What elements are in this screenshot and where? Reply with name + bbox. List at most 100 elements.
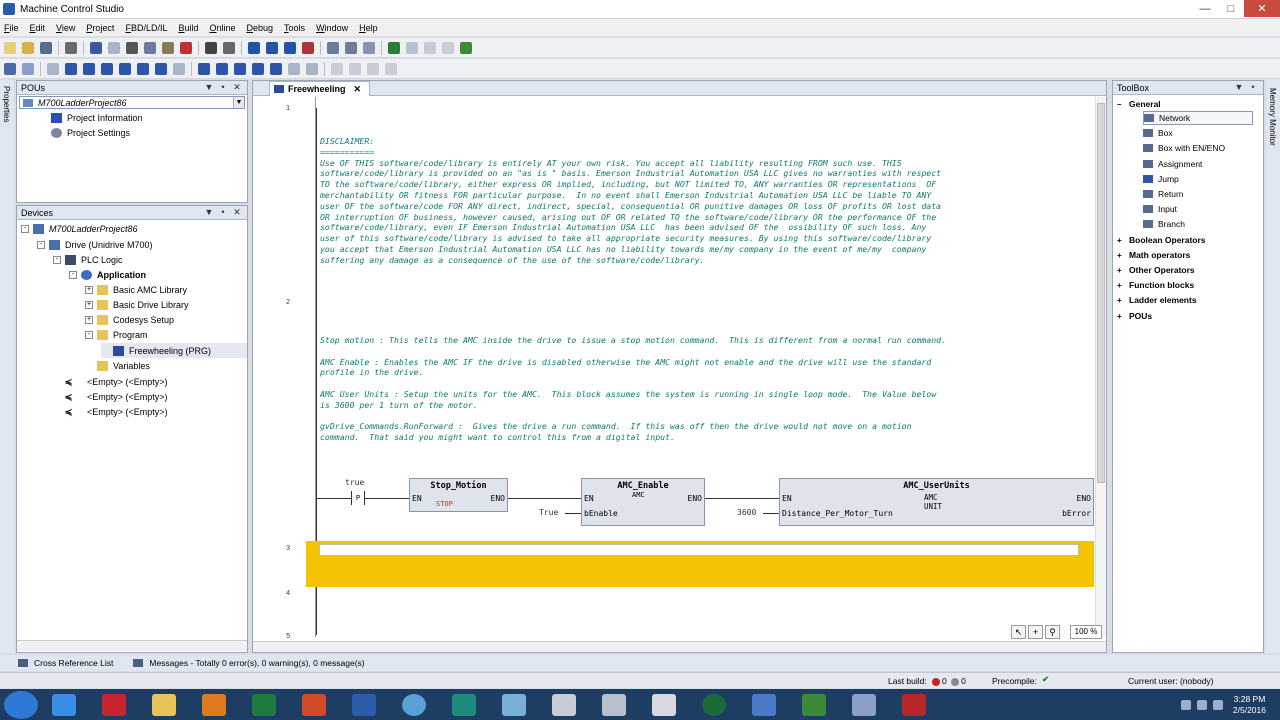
- copy-icon[interactable]: [144, 41, 156, 54]
- menu-online[interactable]: Online: [209, 23, 235, 33]
- toolbox-category-pous[interactable]: + POUs: [1117, 309, 1152, 323]
- undo-icon[interactable]: [90, 41, 102, 54]
- close-tab-icon[interactable]: ✕: [354, 84, 362, 95]
- pous-close-icon[interactable]: ✕: [230, 82, 244, 93]
- toolbox-category-function-blocks[interactable]: + Function blocks: [1117, 278, 1194, 292]
- insert-coil-icon[interactable]: [119, 62, 131, 75]
- amc-enable-block[interactable]: AMC_Enable EN ENO bEnable AMC: [581, 478, 705, 526]
- devices-dropdown-icon[interactable]: ▼: [202, 207, 216, 218]
- menu-window[interactable]: Window: [316, 23, 348, 33]
- clock[interactable]: 3:28 PM 2/5/2016: [1233, 694, 1266, 716]
- bookmark-next-icon[interactable]: [266, 41, 278, 54]
- paste-icon[interactable]: [162, 41, 174, 54]
- tree-item-plc-logic[interactable]: - PLC Logic: [53, 252, 123, 267]
- collapse-icon[interactable]: –: [1117, 100, 1125, 109]
- tree-item-empty-1[interactable]: ≼ <Empty> (<Empty>): [63, 374, 168, 389]
- refresh-icon[interactable]: [460, 41, 472, 54]
- pous-dropdown-icon[interactable]: ▼: [202, 82, 216, 93]
- toolbox-item-network[interactable]: Network: [1143, 111, 1253, 125]
- menu-file[interactable]: File: [4, 23, 19, 33]
- expand-icon[interactable]: +: [85, 285, 93, 294]
- menu-tools[interactable]: Tools: [284, 23, 305, 33]
- scrollbar-thumb[interactable]: [1097, 103, 1105, 483]
- taskbar-app-10[interactable]: [494, 691, 534, 719]
- devices-pin-icon[interactable]: •: [216, 207, 230, 218]
- tree-item-project-information[interactable]: Project Information: [51, 110, 143, 125]
- insert-branch-icon[interactable]: [306, 62, 318, 75]
- find-icon[interactable]: [205, 41, 217, 54]
- pous-pin-icon[interactable]: •: [216, 82, 230, 93]
- tree-item-variables[interactable]: Variables: [97, 358, 150, 373]
- chevron-down-icon[interactable]: ▼: [233, 97, 244, 108]
- insert-assignment-icon[interactable]: [234, 62, 246, 75]
- save-icon[interactable]: [40, 41, 52, 54]
- bookmark-prev-icon[interactable]: [284, 41, 296, 54]
- stop-icon[interactable]: [442, 41, 454, 54]
- insert-network-icon[interactable]: [4, 62, 16, 75]
- expand-icon[interactable]: +: [85, 300, 93, 309]
- print-icon[interactable]: [65, 41, 77, 54]
- pan-icon[interactable]: +: [1028, 625, 1043, 639]
- zoom-level[interactable]: 100 %: [1070, 625, 1102, 639]
- negate-icon[interactable]: [331, 62, 343, 75]
- toolbox-pin-icon[interactable]: •: [1246, 82, 1260, 92]
- taskbar-outlook[interactable]: [194, 691, 234, 719]
- tree-item-drive[interactable]: - Drive (Unidrive M700): [37, 237, 153, 252]
- insert-negated-contact-icon[interactable]: [83, 62, 95, 75]
- rebuild-icon[interactable]: [345, 41, 357, 54]
- taskbar-ie[interactable]: [44, 691, 84, 719]
- expand-icon[interactable]: +: [1117, 312, 1125, 321]
- tree-item-codesys-setup[interactable]: + Codesys Setup: [85, 312, 174, 327]
- bookmark-icon[interactable]: [248, 41, 260, 54]
- login-icon[interactable]: [388, 41, 400, 54]
- toolbox-category-math-operators[interactable]: + Math operators: [1117, 248, 1190, 262]
- tree-item-basic-drive-library[interactable]: + Basic Drive Library: [85, 297, 189, 312]
- tab-freewheeling[interactable]: Freewheeling ✕: [269, 81, 371, 96]
- insert-reset-coil-icon[interactable]: [155, 62, 167, 75]
- start-button[interactable]: [4, 690, 38, 719]
- tray-icon[interactable]: [1180, 699, 1191, 710]
- selected-network[interactable]: [306, 541, 1094, 587]
- toolbox-category-boolean-operators[interactable]: + Boolean Operators: [1117, 233, 1206, 247]
- tree-item-application[interactable]: - Application: [69, 267, 146, 282]
- network-1-comment[interactable]: DISCLAIMER: =========== Use OF THIS soft…: [320, 136, 941, 266]
- new-icon[interactable]: [4, 41, 16, 54]
- insert-contact-icon[interactable]: [65, 62, 77, 75]
- taskbar-publisher[interactable]: [444, 691, 484, 719]
- edge-detect-icon[interactable]: [349, 62, 361, 75]
- replace-icon[interactable]: [223, 41, 235, 54]
- tree-item-project-settings[interactable]: Project Settings: [51, 125, 130, 140]
- devices-horizontal-scrollbar[interactable]: [17, 640, 247, 651]
- tree-item-empty-3[interactable]: ≼ <Empty> (<Empty>): [63, 404, 168, 419]
- insert-box-icon[interactable]: [198, 62, 210, 75]
- insert-box-eno-icon[interactable]: [216, 62, 228, 75]
- insert-input-icon[interactable]: [252, 62, 264, 75]
- pous-project-selector[interactable]: M700LadderProject86 ▼: [19, 96, 245, 109]
- editor-horizontal-scrollbar[interactable]: [253, 641, 1106, 652]
- build-icon[interactable]: [327, 41, 339, 54]
- start-icon[interactable]: [424, 41, 436, 54]
- open-icon[interactable]: [22, 41, 34, 54]
- insert-set-coil-icon[interactable]: [137, 62, 149, 75]
- taskbar-powerpoint[interactable]: [294, 691, 334, 719]
- taskbar-app-17[interactable]: [844, 691, 884, 719]
- minimize-button[interactable]: —: [1192, 0, 1218, 17]
- tree-item-freewheeling[interactable]: Freewheeling (PRG): [101, 343, 247, 358]
- tab-messages[interactable]: Messages - Totally 0 error(s), 0 warning…: [133, 658, 365, 668]
- contact-element[interactable]: P: [351, 491, 365, 505]
- menu-fbd-ld-il[interactable]: FBD/LD/IL: [125, 23, 167, 33]
- toolbox-item-branch[interactable]: Branch: [1143, 217, 1185, 231]
- taskbar-app-14[interactable]: [694, 691, 734, 719]
- menu-project[interactable]: Project: [86, 23, 114, 33]
- taskbar-app-11[interactable]: [544, 691, 584, 719]
- bookmark-clear-icon[interactable]: [302, 41, 314, 54]
- toolbox-item-return[interactable]: Return: [1143, 187, 1184, 201]
- expand-icon[interactable]: +: [85, 315, 93, 324]
- memory-monitor-side-tab[interactable]: Memory Monitor: [1268, 88, 1277, 146]
- taskbar-app-12[interactable]: [594, 691, 634, 719]
- cut-icon[interactable]: [126, 41, 138, 54]
- collapse-icon[interactable]: -: [69, 270, 77, 279]
- insert-parallel-contact-icon[interactable]: [101, 62, 113, 75]
- insert-return-icon[interactable]: [288, 62, 300, 75]
- toolbox-category-other-operators[interactable]: + Other Operators: [1117, 263, 1195, 277]
